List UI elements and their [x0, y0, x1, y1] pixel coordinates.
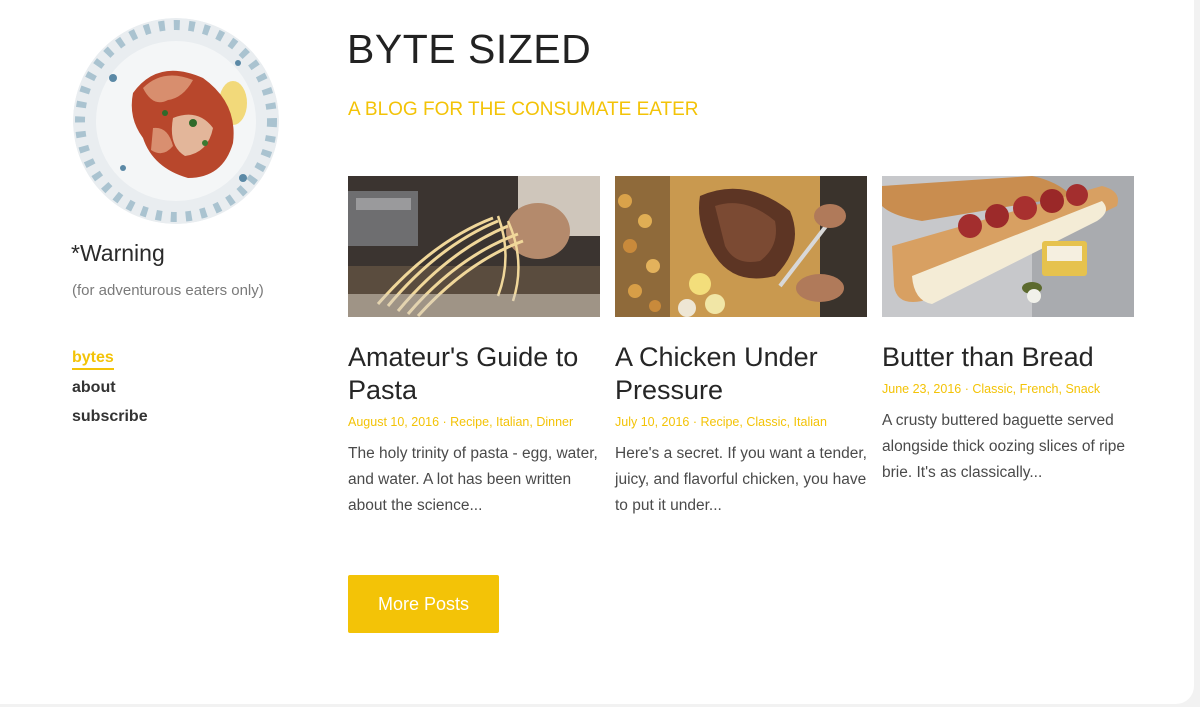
post-meta: July 10, 2016 · Recipe, Classic, Italian	[615, 415, 827, 429]
post-card: Butter than Bread June 23, 2016 · Classi…	[882, 176, 1134, 486]
nav-item-bytes[interactable]: bytes	[72, 346, 148, 376]
nav-item-subscribe[interactable]: subscribe	[72, 405, 148, 435]
warning-heading: *Warning	[71, 240, 165, 266]
post-categories[interactable]: Recipe, Classic, Italian	[700, 415, 826, 429]
more-posts-button[interactable]: More Posts	[348, 575, 499, 633]
post-thumbnail-butter[interactable]	[882, 176, 1134, 317]
post-excerpt: The holy trinity of pasta - egg, water, …	[348, 445, 598, 514]
nav-item-label[interactable]: subscribe	[72, 405, 148, 429]
nav-item-label[interactable]: about	[72, 376, 116, 400]
post-title[interactable]: Butter than Bread	[882, 341, 1134, 374]
warning-note: (for adventurous eaters only)	[72, 282, 264, 299]
post-categories[interactable]: Classic, French, Snack	[972, 382, 1100, 396]
post-excerpt: A crusty buttered baguette served alongs…	[882, 412, 1125, 481]
post-title[interactable]: A Chicken Under Pressure	[615, 341, 867, 407]
site-title[interactable]: BYTE SIZED	[347, 26, 591, 73]
post-date[interactable]: July 10, 2016	[615, 415, 689, 429]
post-meta: August 10, 2016 · Recipe, Italian, Dinne…	[348, 415, 574, 429]
post-categories[interactable]: Recipe, Italian, Dinner	[450, 415, 573, 429]
post-card: Amateur's Guide to Pasta August 10, 2016…	[348, 176, 600, 519]
post-date[interactable]: August 10, 2016	[348, 415, 439, 429]
post-date[interactable]: June 23, 2016	[882, 382, 961, 396]
nav-item-about[interactable]: about	[72, 376, 148, 406]
site-tagline: A BLOG FOR THE CONSUMATE EATER	[348, 99, 699, 120]
page: *Warning (for adventurous eaters only) b…	[0, 0, 1194, 704]
post-excerpt: Here's a secret. If you want a tender, j…	[615, 445, 867, 514]
nav-item-label[interactable]: bytes	[72, 348, 114, 370]
post-meta: June 23, 2016 · Classic, French, Snack	[882, 382, 1101, 396]
post-title[interactable]: Amateur's Guide to Pasta	[348, 341, 600, 407]
avatar-image	[73, 18, 279, 224]
post-thumbnail-chicken[interactable]	[615, 176, 867, 317]
sidebar-nav: bytes about subscribe	[72, 346, 148, 435]
post-thumbnail-pasta[interactable]	[348, 176, 600, 317]
post-card: A Chicken Under Pressure July 10, 2016 ·…	[615, 176, 867, 519]
